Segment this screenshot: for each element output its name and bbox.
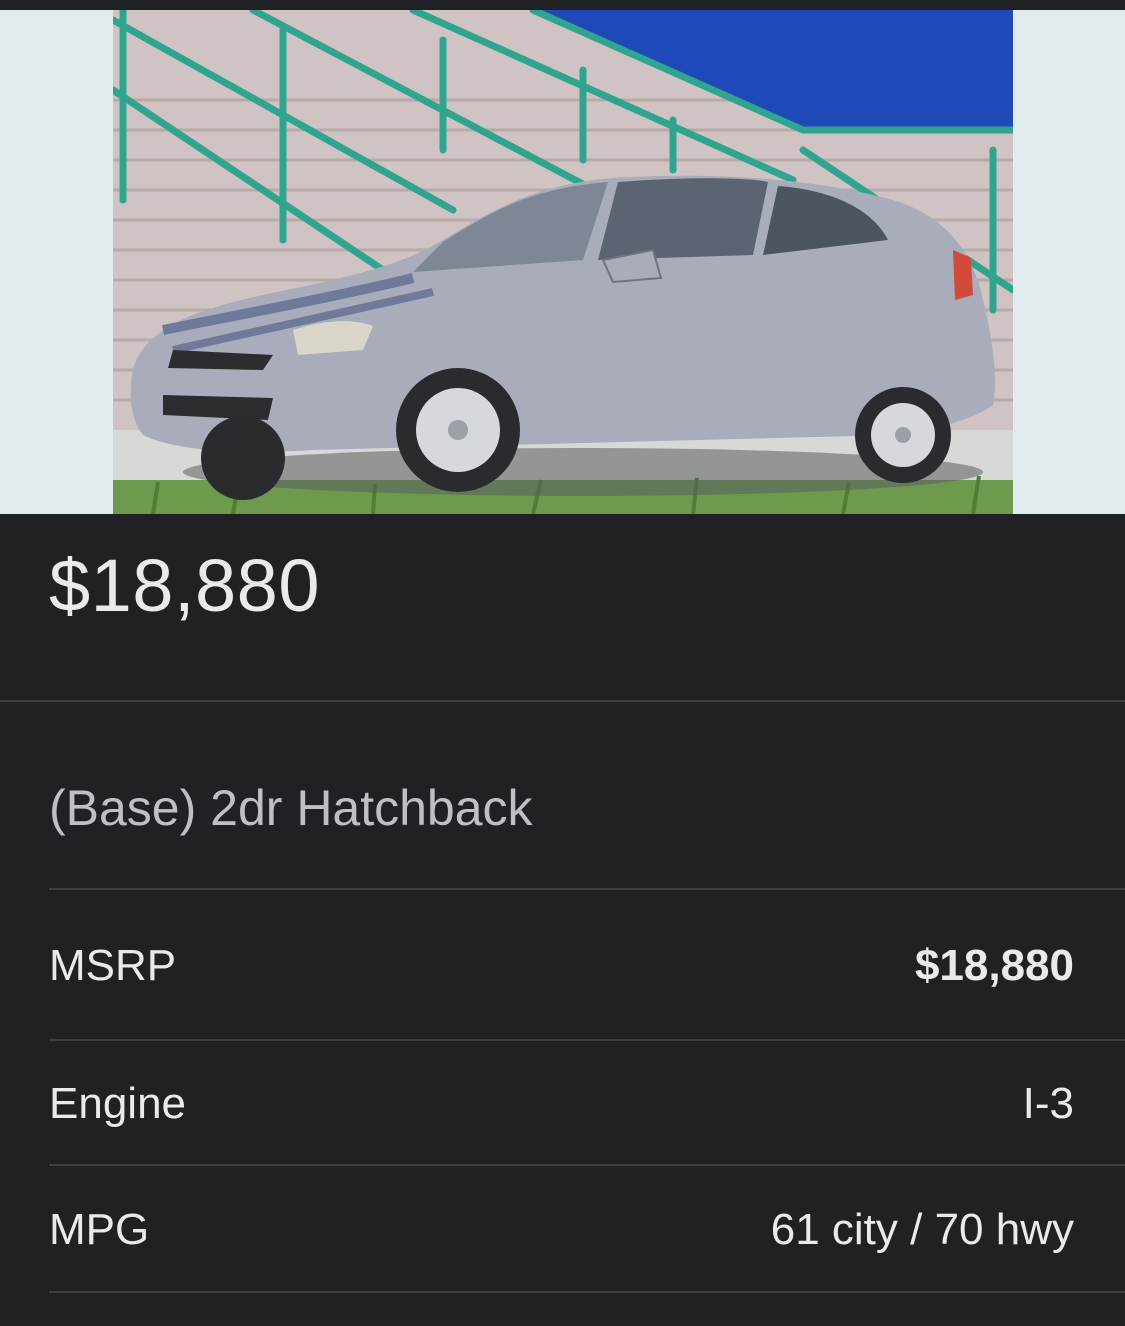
row-divider (49, 888, 1125, 890)
trim-name: (Base) 2dr Hatchback (49, 780, 533, 836)
spec-label-engine: Engine (49, 1079, 187, 1128)
row-divider (49, 1291, 1125, 1293)
spec-value-engine: I-3 (1022, 1079, 1074, 1128)
spec-value-msrp: $18,880 (914, 941, 1074, 990)
status-bar-strip (0, 0, 1125, 10)
vehicle-image-area (0, 10, 1125, 514)
row-divider (49, 1039, 1125, 1041)
section-divider (0, 700, 1125, 702)
vehicle-photo[interactable] (113, 10, 1013, 514)
spec-label-mpg: MPG (49, 1205, 150, 1254)
listing-price: $18,880 (49, 544, 320, 627)
spec-value-mpg: 61 city / 70 hwy (770, 1205, 1074, 1254)
row-divider (49, 1164, 1125, 1166)
spec-label-msrp: MSRP (49, 941, 177, 990)
